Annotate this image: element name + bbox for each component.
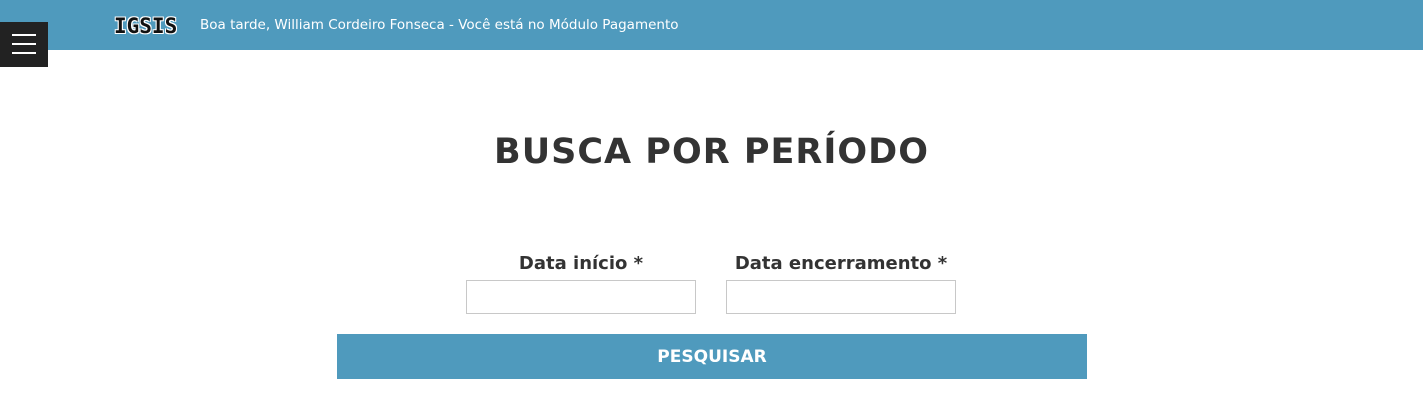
greeting-text: Boa tarde, William Cordeiro Fonseca - Vo…: [200, 17, 679, 33]
end-date-input[interactable]: [726, 280, 956, 314]
start-date-group: Data início *: [466, 252, 696, 314]
hamburger-menu-icon: [12, 34, 36, 36]
hamburger-menu-icon-line: [12, 52, 36, 54]
brand-logo[interactable]: IGSIS: [114, 14, 177, 38]
end-date-label: Data encerramento *: [734, 253, 948, 274]
menu-toggle-button[interactable]: [0, 22, 48, 67]
search-button[interactable]: PESQUISAR: [337, 334, 1087, 379]
start-date-input[interactable]: [466, 280, 696, 314]
top-navbar: IGSIS Boa tarde, William Cordeiro Fonsec…: [0, 0, 1423, 50]
start-date-label: Data início *: [518, 253, 644, 274]
end-date-group: Data encerramento *: [726, 252, 956, 314]
page-title: BUSCA POR PERÍODO: [494, 132, 929, 172]
hamburger-menu-icon-line: [12, 43, 36, 45]
